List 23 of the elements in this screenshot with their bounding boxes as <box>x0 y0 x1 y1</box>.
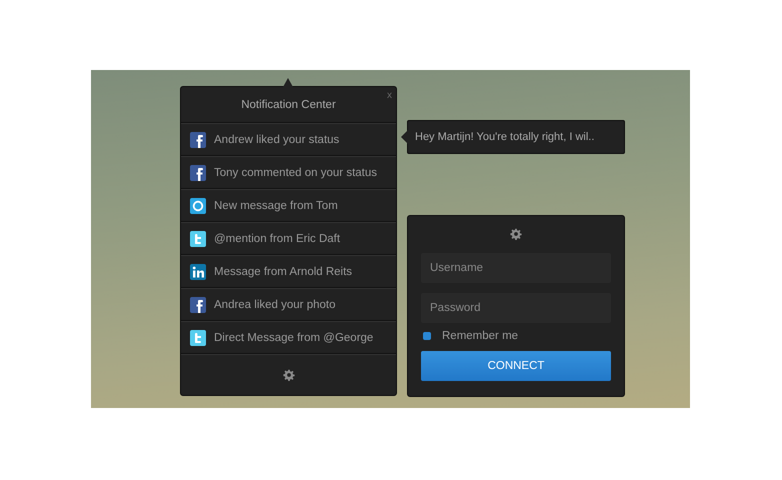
notification-item[interactable]: New message from Tom <box>181 189 396 222</box>
linkedin-icon <box>190 264 206 280</box>
checkbox[interactable] <box>423 332 431 340</box>
username-field[interactable]: Username <box>421 253 611 283</box>
connect-button[interactable]: CONNECT <box>421 351 611 381</box>
settings-icon[interactable] <box>510 228 522 240</box>
tooltip-text: Hey Martijn! You're totally right, I wil.. <box>415 131 594 143</box>
facebook-icon <box>190 296 206 312</box>
skype-icon <box>190 198 206 214</box>
checkbox-label: Remember me <box>442 330 518 342</box>
settings-icon[interactable] <box>282 369 294 381</box>
twitter-icon <box>190 230 206 246</box>
panel-title: Notification Center <box>241 98 336 110</box>
notification-item[interactable]: Direct Message from @George <box>181 321 396 354</box>
facebook-icon <box>190 132 206 148</box>
password-field[interactable]: Password <box>421 293 611 323</box>
notification-item[interactable]: Andrea liked your photo <box>181 288 396 321</box>
notification-item[interactable]: Andrew liked your status <box>181 123 396 156</box>
notification-item[interactable]: @mention from Eric Daft <box>181 222 396 255</box>
notification-item[interactable]: Tony commented on your status <box>181 156 396 189</box>
facebook-icon <box>190 164 206 180</box>
notification-item[interactable]: Message from Arnold Reits <box>181 255 396 288</box>
twitter-icon <box>190 330 206 346</box>
